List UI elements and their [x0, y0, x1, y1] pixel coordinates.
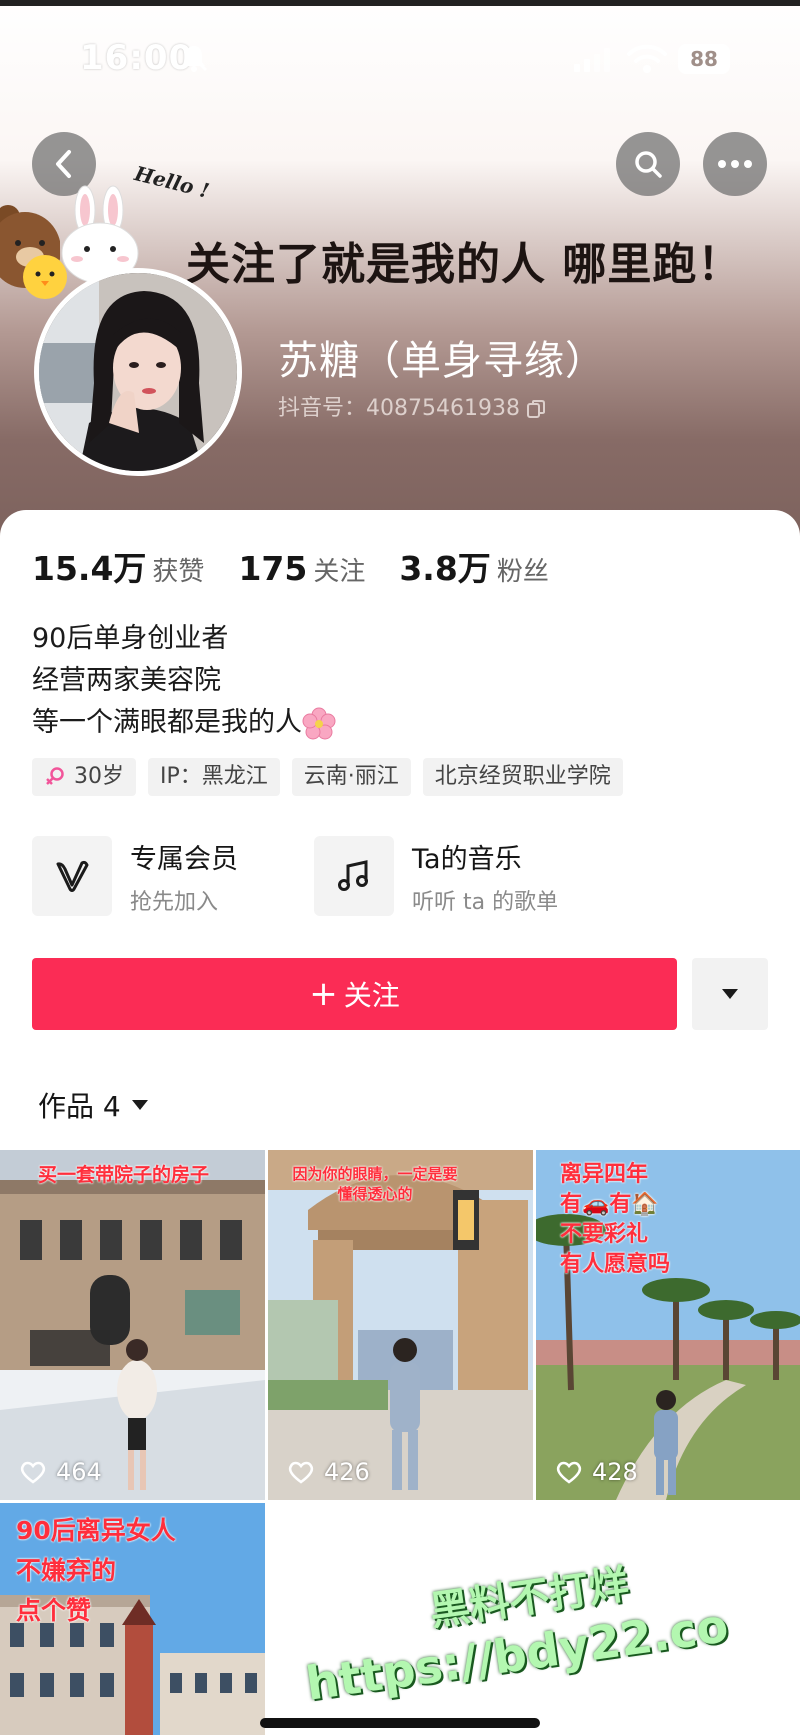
heart-icon: [20, 1461, 46, 1484]
vip-subtitle: 抢先加入: [130, 889, 219, 915]
works-tab[interactable]: 作品 4: [38, 1085, 149, 1125]
followers-count[interactable]: 3.8万: [399, 542, 490, 590]
like-count-value: 426: [324, 1458, 370, 1486]
location-tag[interactable]: 云南·丽江: [291, 758, 411, 796]
vip-v-icon: [56, 860, 89, 892]
video-thumbnail[interactable]: 因为你的眼睛，一定是要懂得透心的 426: [268, 1150, 533, 1500]
caption-line: 有人愿意吗: [560, 1252, 671, 1277]
vip-title: 专属会员: [130, 843, 238, 875]
caption-line: 不要彩礼: [560, 1222, 649, 1247]
bio-line: 经营两家美容院: [32, 665, 221, 696]
caption-line: 不嫌弃的: [16, 1556, 117, 1585]
like-count-value: 428: [592, 1458, 638, 1486]
music-text: Ta的音乐 听听 ta 的歌单: [412, 837, 558, 916]
female-icon: [46, 767, 64, 785]
thumbnail-caption: 因为你的眼睛，一定是要懂得透心的: [292, 1165, 458, 1203]
following-label[interactable]: 关注: [313, 551, 365, 588]
chevron-left-icon: [56, 150, 71, 178]
avatar[interactable]: [34, 268, 242, 476]
vip-icon-box: [32, 836, 112, 916]
recommend-dropdown-button[interactable]: [692, 958, 768, 1030]
thumbnail-image: [0, 1150, 265, 1500]
bio-line: 等一个满眼都是我的人: [32, 702, 336, 744]
status-time: 16:00: [80, 38, 194, 78]
video-thumbnail[interactable]: 买一套带院子的房子 464: [0, 1150, 265, 1500]
music-entry[interactable]: Ta的音乐 听听 ta 的歌单: [314, 836, 558, 916]
heart-icon: [288, 1461, 314, 1484]
profile-tags: 30岁 IP：黑龙江 云南·丽江 北京经贸职业学院: [32, 758, 623, 796]
mute-bell-icon: [180, 44, 208, 72]
caret-down-icon: [722, 989, 738, 999]
yellow-chick-sticker-icon: [23, 255, 67, 299]
school-tag[interactable]: 北京经贸职业学院: [422, 758, 623, 796]
caption-line: 90后离异女人: [16, 1516, 176, 1545]
caption-line: 有🚗有🏠: [560, 1192, 659, 1217]
plus-icon: +: [309, 974, 338, 1014]
follow-button[interactable]: + 关注: [32, 958, 677, 1030]
profile-bio: 90后单身创业者 经营两家美容院 等一个满眼都是我的人: [32, 618, 336, 744]
vip-text: 专属会员 抢先加入: [130, 837, 238, 916]
music-icon-box: [314, 836, 394, 916]
likes-label[interactable]: 获赞: [152, 551, 204, 588]
banner-slogan: 关注了就是我的人 哪里跑！: [186, 239, 743, 290]
age-tag-text: 30岁: [74, 764, 124, 789]
douyin-id-text: 抖音号：40875461938: [278, 396, 520, 421]
music-title: Ta的音乐: [412, 843, 522, 875]
heart-icon: [556, 1461, 582, 1484]
profile-screen: 16:00 88 Hello ! 关注了就是我的人 哪里跑！ 苏糖（单身寻缘） …: [0, 0, 800, 1735]
followers-label[interactable]: 粉丝: [497, 551, 549, 588]
like-count: 426: [288, 1458, 370, 1486]
like-count-value: 464: [56, 1458, 102, 1486]
copy-icon[interactable]: [526, 399, 546, 419]
thumbnail-caption: 离异四年 有🚗有🏠 不要彩礼 有人愿意吗: [560, 1160, 670, 1280]
thumbnail-caption: 买一套带院子的房子: [38, 1164, 210, 1186]
search-button[interactable]: [616, 132, 680, 196]
caption-line: 离异四年: [560, 1162, 649, 1187]
profile-card: 15.4万 获赞 175 关注 3.8万 粉丝 90后单身创业者 经营两家美容院…: [0, 510, 800, 1735]
video-thumbnail[interactable]: 90后离异女人 不嫌弃的 点个赞: [0, 1503, 265, 1735]
video-thumbnail[interactable]: 离异四年 有🚗有🏠 不要彩礼 有人愿意吗 428: [536, 1150, 800, 1500]
caret-down-icon: [131, 1100, 148, 1110]
profile-stats: 15.4万 获赞 175 关注 3.8万 粉丝: [32, 542, 583, 590]
cherry-blossom-icon: [302, 707, 336, 739]
thumbnail-caption: 90后离异女人 不嫌弃的 点个赞: [16, 1511, 176, 1631]
more-dots-icon: [718, 160, 752, 168]
like-count: 464: [20, 1458, 102, 1486]
douyin-id[interactable]: 抖音号：40875461938: [278, 390, 546, 422]
vip-membership-entry[interactable]: 专属会员 抢先加入: [32, 836, 238, 916]
home-indicator[interactable]: [260, 1718, 540, 1728]
bio-line: 90后单身创业者: [32, 623, 229, 654]
ip-tag: IP：黑龙江: [148, 758, 280, 796]
profile-nickname: 苏糖（单身寻缘）: [278, 338, 606, 384]
likes-count[interactable]: 15.4万: [32, 542, 146, 590]
avatar-portrait: [39, 273, 237, 471]
follow-button-label: 关注: [343, 979, 400, 1012]
search-icon: [635, 151, 662, 178]
music-subtitle: 听听 ta 的歌单: [412, 889, 559, 915]
like-count: 428: [556, 1458, 638, 1486]
wifi-icon: [627, 44, 667, 73]
bio-line-text: 等一个满眼都是我的人: [32, 707, 302, 738]
watermark: 黑料不打烊 https://bdy22.co: [303, 1539, 732, 1711]
caption-line: 点个赞: [16, 1596, 92, 1625]
more-button[interactable]: [703, 132, 767, 196]
battery-indicator: 88: [678, 44, 730, 74]
top-edge: [0, 0, 800, 6]
works-tab-label: 作品 4: [38, 1090, 121, 1123]
music-note-icon: [338, 860, 368, 891]
age-tag: 30岁: [32, 758, 136, 796]
cellular-signal-icon: [574, 48, 610, 72]
profile-banner: 16:00 88 Hello ! 关注了就是我的人 哪里跑！ 苏糖（单身寻缘） …: [0, 0, 800, 560]
following-count[interactable]: 175: [238, 549, 307, 588]
